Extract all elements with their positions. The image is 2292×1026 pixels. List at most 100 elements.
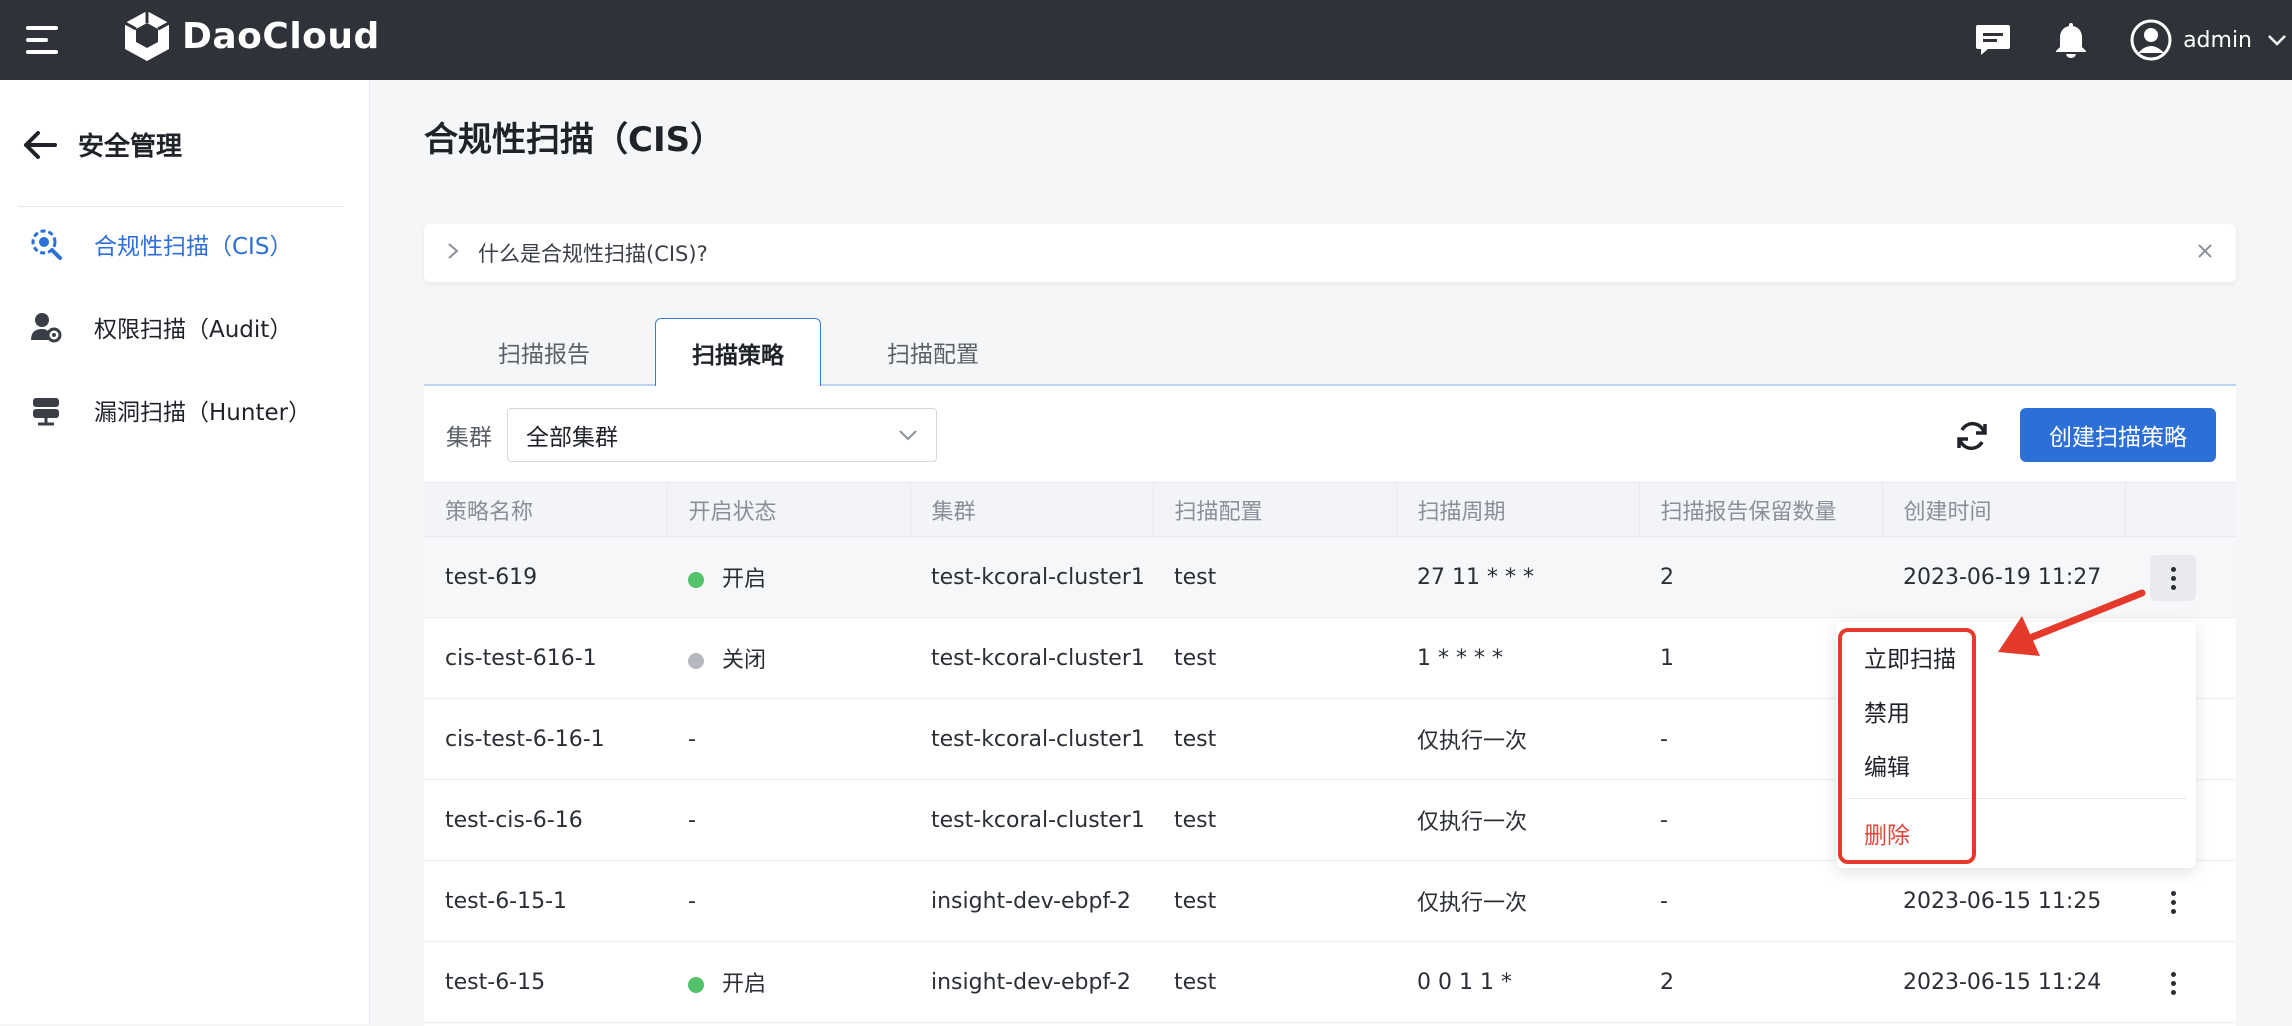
section-title: 安全管理 xyxy=(78,132,183,162)
cell-config: test xyxy=(1153,779,1396,861)
cell-status: 开启 xyxy=(667,941,910,1023)
status-text: 开启 xyxy=(722,567,767,592)
cell-name: cis-test-616-1 xyxy=(424,617,667,699)
back-link[interactable]: 安全管理 xyxy=(22,126,182,163)
cell-retain: - xyxy=(1639,860,1882,942)
more-actions-icon[interactable] xyxy=(2150,555,2196,602)
sidebar-item-hunter[interactable]: 漏洞扫描（Hunter） xyxy=(28,392,311,428)
cell-cycle: 0 0 1 1 * xyxy=(1396,941,1639,1023)
top-navbar: DaoCloud admin xyxy=(0,0,2292,80)
cell-cluster: insight-dev-ebpf-2 xyxy=(910,941,1153,1023)
chevron-right-icon[interactable] xyxy=(446,241,460,266)
cell-cycle: 仅执行一次 xyxy=(1396,698,1639,780)
info-text: 什么是合规性扫描(CIS)? xyxy=(478,242,708,266)
arrow-left-icon[interactable] xyxy=(22,130,58,160)
user-avatar-icon[interactable] xyxy=(2129,18,2173,62)
cell-cluster: test-kcoral-cluster1 xyxy=(910,536,1153,618)
cell-status: 关闭 xyxy=(667,617,910,699)
cell-cycle: 仅执行一次 xyxy=(1396,860,1639,942)
table-row[interactable]: test-6-15-1 - insight-dev-ebpf-2 test 仅执… xyxy=(424,860,2236,942)
cell-retain: 2 xyxy=(1639,941,1882,1023)
cell-status: 开启 xyxy=(667,536,910,618)
status-text: 关闭 xyxy=(722,648,767,673)
close-icon[interactable] xyxy=(2196,238,2214,266)
cell-config: test xyxy=(1153,698,1396,780)
cell-name: test-6-15 xyxy=(424,941,667,1023)
sidebar-item-label: 漏洞扫描（Hunter） xyxy=(94,400,312,426)
daocloud-cube-icon xyxy=(124,11,170,61)
column-header-created[interactable]: 创建时间 xyxy=(1882,482,2126,537)
user-gear-icon xyxy=(28,309,64,345)
more-actions-icon[interactable] xyxy=(2150,879,2196,925)
cell-cluster: test-kcoral-cluster1 xyxy=(910,779,1153,861)
page-title: 合规性扫描（CIS） xyxy=(424,120,725,160)
brand-logo[interactable]: DaoCloud xyxy=(122,9,380,63)
tab-scan-policy[interactable]: 扫描策略 xyxy=(655,318,821,388)
server-icon xyxy=(28,392,64,428)
status-off-dot xyxy=(688,653,704,669)
cell-created: 2023-06-15 11:25 xyxy=(1882,860,2125,942)
tab-scan-report[interactable]: 扫描报告 xyxy=(461,318,627,386)
chevron-down-icon xyxy=(899,430,917,441)
user-name[interactable]: admin xyxy=(2183,28,2252,53)
cell-config: test xyxy=(1153,941,1396,1023)
cell-cycle: 1 * * * * xyxy=(1396,617,1639,699)
cell-actions xyxy=(2125,860,2236,942)
create-policy-button[interactable]: 创建扫描策略 xyxy=(2020,408,2216,462)
cell-config: test xyxy=(1153,617,1396,699)
chevron-down-icon[interactable] xyxy=(2266,33,2288,47)
cell-cluster: test-kcoral-cluster1 xyxy=(910,698,1153,780)
sidebar-item-label: 权限扫描（Audit） xyxy=(94,317,293,343)
status-text: 开启 xyxy=(722,972,767,997)
sidebar-item-audit[interactable]: 权限扫描（Audit） xyxy=(28,309,292,345)
cell-status: - xyxy=(667,698,910,780)
status-on-dot xyxy=(688,572,704,588)
cell-config: test xyxy=(1153,860,1396,942)
cell-created: 2023-06-19 11:27 xyxy=(1882,536,2125,618)
message-icon[interactable] xyxy=(1971,18,2015,62)
cell-cluster: test-kcoral-cluster1 xyxy=(910,617,1153,699)
annotation-highlight-box xyxy=(1838,628,1976,864)
column-header-config[interactable]: 扫描配置 xyxy=(1153,482,1397,537)
cell-actions xyxy=(2125,941,2236,1023)
cell-cycle: 27 11 * * * xyxy=(1396,536,1639,618)
cluster-select-value: 全部集群 xyxy=(526,425,618,451)
column-header-retain[interactable]: 扫描报告保留数量 xyxy=(1639,482,1883,537)
cell-status: - xyxy=(667,860,910,942)
more-actions-icon[interactable] xyxy=(2150,960,2196,1006)
cell-retain: 2 xyxy=(1639,536,1882,618)
status-on-dot xyxy=(688,977,704,993)
column-header-cluster[interactable]: 集群 xyxy=(910,482,1154,537)
table-row[interactable]: test-6-15 开启 insight-dev-ebpf-2 test 0 0… xyxy=(424,941,2236,1023)
tab-bar: 扫描报告 扫描策略 扫描配置 xyxy=(424,316,2236,388)
cell-config: test xyxy=(1153,536,1396,618)
info-collapse[interactable]: 什么是合规性扫描(CIS)? xyxy=(424,224,2236,282)
cell-created: 2023-06-15 11:24 xyxy=(1882,941,2125,1023)
cluster-select[interactable]: 全部集群 xyxy=(507,408,937,462)
cell-name: cis-test-6-16-1 xyxy=(424,698,667,780)
cluster-filter-label: 集群 xyxy=(446,425,492,451)
refresh-icon[interactable] xyxy=(1950,414,1994,458)
tab-scan-config[interactable]: 扫描配置 xyxy=(850,318,1016,386)
column-header-cycle[interactable]: 扫描周期 xyxy=(1396,482,1640,537)
cell-name: test-619 xyxy=(424,536,667,618)
table-row[interactable]: test-619 开启 test-kcoral-cluster1 test 27… xyxy=(424,536,2236,618)
brand-name: DaoCloud xyxy=(182,15,380,57)
notification-bell-icon[interactable] xyxy=(2049,18,2093,62)
sidebar-divider xyxy=(18,206,344,207)
cell-status: - xyxy=(667,779,910,861)
compliance-scan-icon xyxy=(28,226,64,262)
cell-actions xyxy=(2125,536,2236,618)
menu-toggle-icon[interactable] xyxy=(26,22,62,58)
column-header-name[interactable]: 策略名称 xyxy=(424,482,668,537)
cell-name: test-6-15-1 xyxy=(424,860,667,942)
sidebar: 安全管理 合规性扫描（CIS） 权限扫描（Audit） 漏洞扫描（Hunter） xyxy=(0,80,370,1024)
column-header-actions xyxy=(2125,482,2236,537)
table-header-row: 策略名称 开启状态 集群 扫描配置 扫描周期 扫描报告保留数量 创建时间 xyxy=(424,482,2236,537)
sidebar-item-label: 合规性扫描（CIS） xyxy=(94,234,293,260)
cell-cycle: 仅执行一次 xyxy=(1396,779,1639,861)
cell-name: test-cis-6-16 xyxy=(424,779,667,861)
column-header-status[interactable]: 开启状态 xyxy=(667,482,911,537)
cell-cluster: insight-dev-ebpf-2 xyxy=(910,860,1153,942)
sidebar-item-cis[interactable]: 合规性扫描（CIS） xyxy=(28,226,292,262)
